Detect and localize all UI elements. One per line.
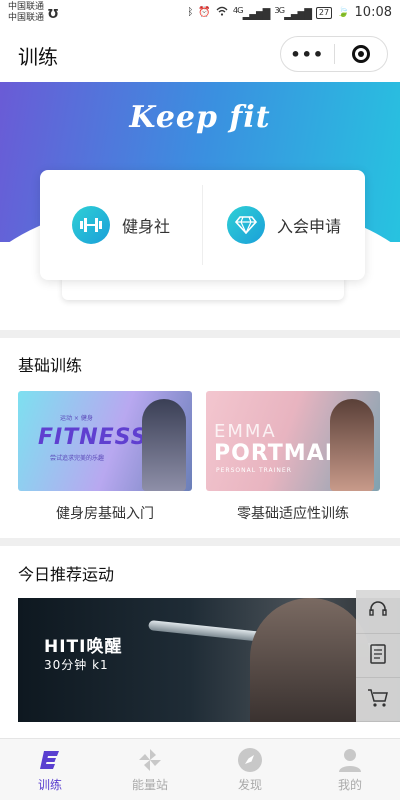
orders-button[interactable] [356,634,400,678]
club-entry[interactable]: 健身社 [40,170,202,280]
cart-button[interactable] [356,678,400,722]
fitness-basics-caption[interactable]: 健身房基础入门 [18,503,192,523]
title-bar: 训练 ••• [0,26,400,82]
tab-discover-label: 发现 [237,778,262,792]
signal-1-icon: 4G▂▄▆█ [232,5,271,21]
app-page: 中国联通 中国联通 Ʊ ᛒ ⏰ 4G▂▄▆█ 3G▂▄▆█ 27 🍃 10:08… [0,0,400,800]
section-separator [0,330,400,338]
tab-mine-label: 我的 [337,778,362,792]
carrier-1: 中国联通 [8,2,45,12]
entry-card: 健身社 入会申请 [40,170,365,280]
trainer-image [330,399,374,491]
recommend-banner[interactable]: HITI唤醒 30分钟 k1 [18,598,400,722]
status-icons: ᛒ ⏰ 4G▂▄▆█ 3G▂▄▆█ 27 🍃 10:08 [187,5,392,20]
person-icon [336,746,364,774]
leaf-icon: 🍃 [337,7,350,19]
status-bar: 中国联通 中国联通 Ʊ ᛒ ⏰ 4G▂▄▆█ 3G▂▄▆█ 27 🍃 10:08 [0,0,400,26]
customer-service-button[interactable] [356,590,400,634]
basics-title: 基础训练 [18,356,83,375]
pinwheel-icon [136,746,164,774]
notification-icon: Ʊ [48,7,59,21]
adaptive-training-caption[interactable]: 零基础适应性训练 [206,503,380,523]
fitness-basics-card[interactable]: 运动 × 健身 FITNESS 尝试追求完美的乐趣 [18,391,192,491]
recommend-title: 今日推荐运动 [18,565,115,584]
battery-icon: 27 [315,6,333,19]
athlete-photo [250,598,370,722]
trainer-role: PERSONAL TRAINER [216,467,292,474]
club-label: 健身社 [121,217,170,236]
section-separator [0,538,400,546]
document-icon [369,643,387,668]
mini-program-capsule: ••• [280,36,388,72]
signal-2-icon: 3G▂▄▆█ [274,5,312,21]
cart-icon [367,688,389,712]
banner-subtitle: 30分钟 k1 [44,658,109,672]
tab-training-label: 训练 [37,778,62,792]
tab-training[interactable]: 训练 [0,739,100,800]
signal-2-label: 3G [274,5,285,15]
membership-label: 入会申请 [276,217,341,236]
tab-discover[interactable]: 发现 [200,739,300,800]
more-button[interactable]: ••• [281,45,334,64]
tab-mine[interactable]: 我的 [300,739,400,800]
alarm-icon: ⏰ [198,7,211,19]
brand-logo: Keep fit [129,100,271,135]
fitness-tagline: 运动 × 健身 [60,415,93,422]
trainer-last-name: PORTMAN [214,441,345,466]
membership-entry[interactable]: 入会申请 [203,170,365,280]
signal-1-label: 4G [232,5,244,15]
target-icon [351,45,370,63]
page-title: 训练 [18,45,58,69]
athlete-image [142,399,186,491]
dumbbell-icon [71,206,110,244]
trainer-first-name: EMMA [214,421,277,442]
compass-icon [236,746,264,774]
tab-energy-label: 能量站 [131,778,168,792]
floating-toolbar [356,590,400,722]
clock: 10:08 [354,5,392,21]
diamond-icon [226,206,265,244]
close-button[interactable] [334,45,387,63]
fitness-subtitle: 尝试追求完美的乐趣 [50,455,105,462]
tab-energy[interactable]: 能量站 [100,739,200,800]
bottom-tab-bar: 训练 能量站 发现 我的 [0,738,400,800]
carrier-info: 中国联通 中国联通 [8,2,44,24]
fitness-headline: FITNESS [38,425,148,450]
training-icon [36,746,64,774]
banner-title: HITI唤醒 [44,637,123,657]
wifi-icon [216,6,228,19]
bluetooth-icon: ᛒ [187,7,194,19]
headset-icon [368,600,388,624]
adaptive-training-card[interactable]: EMMA PORTMAN PERSONAL TRAINER [206,391,380,491]
carrier-2: 中国联通 [8,13,45,23]
